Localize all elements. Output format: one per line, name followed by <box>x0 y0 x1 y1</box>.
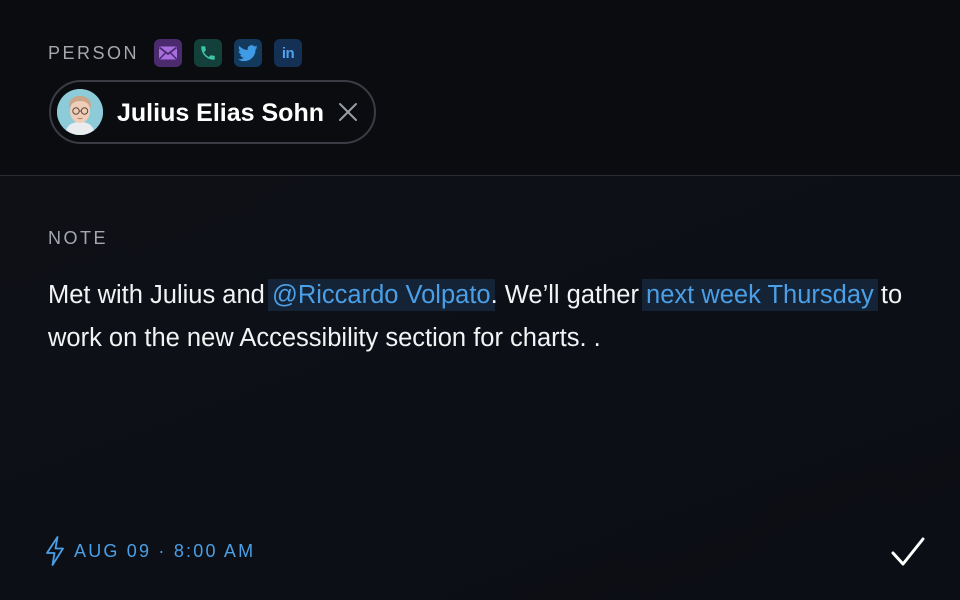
note-highlight[interactable]: next week Thursday <box>642 279 878 311</box>
person-section: PERSON in Julius Elias Sohn <box>0 0 960 176</box>
mail-icon <box>158 46 178 60</box>
note-highlight[interactable]: @Riccardo Volpato <box>267 279 495 311</box>
lightning-icon <box>46 536 64 566</box>
avatar <box>57 89 103 135</box>
note-segment: Met with Julius and <box>48 281 272 309</box>
person-chip[interactable]: Julius Elias Sohn <box>49 80 376 144</box>
twitter-icon <box>238 44 258 61</box>
linkedin-icon: in <box>281 44 295 62</box>
reminder[interactable]: AUG 09 · 8:00 AM <box>44 535 255 567</box>
person-name: Julius Elias Sohn <box>117 99 324 127</box>
phone-button[interactable] <box>194 39 222 67</box>
phone-icon <box>201 46 215 60</box>
mail-button[interactable] <box>154 39 182 67</box>
linkedin-button[interactable]: in <box>274 39 302 67</box>
note-segment: . We’ll gather <box>490 281 647 309</box>
note-section-label: NOTE <box>48 228 109 248</box>
checkmark-icon[interactable] <box>888 534 928 570</box>
person-section-label: PERSON <box>48 43 140 63</box>
twitter-button[interactable] <box>234 39 262 67</box>
close-icon[interactable] <box>336 100 360 124</box>
note-card: PERSON in Julius Elias Sohn NOTE Met wit… <box>0 0 960 600</box>
reminder-timestamp: AUG 09 · 8:00 AM <box>74 540 256 561</box>
note-text[interactable]: Met with Julius and @Riccardo Volpato. W… <box>48 274 908 360</box>
